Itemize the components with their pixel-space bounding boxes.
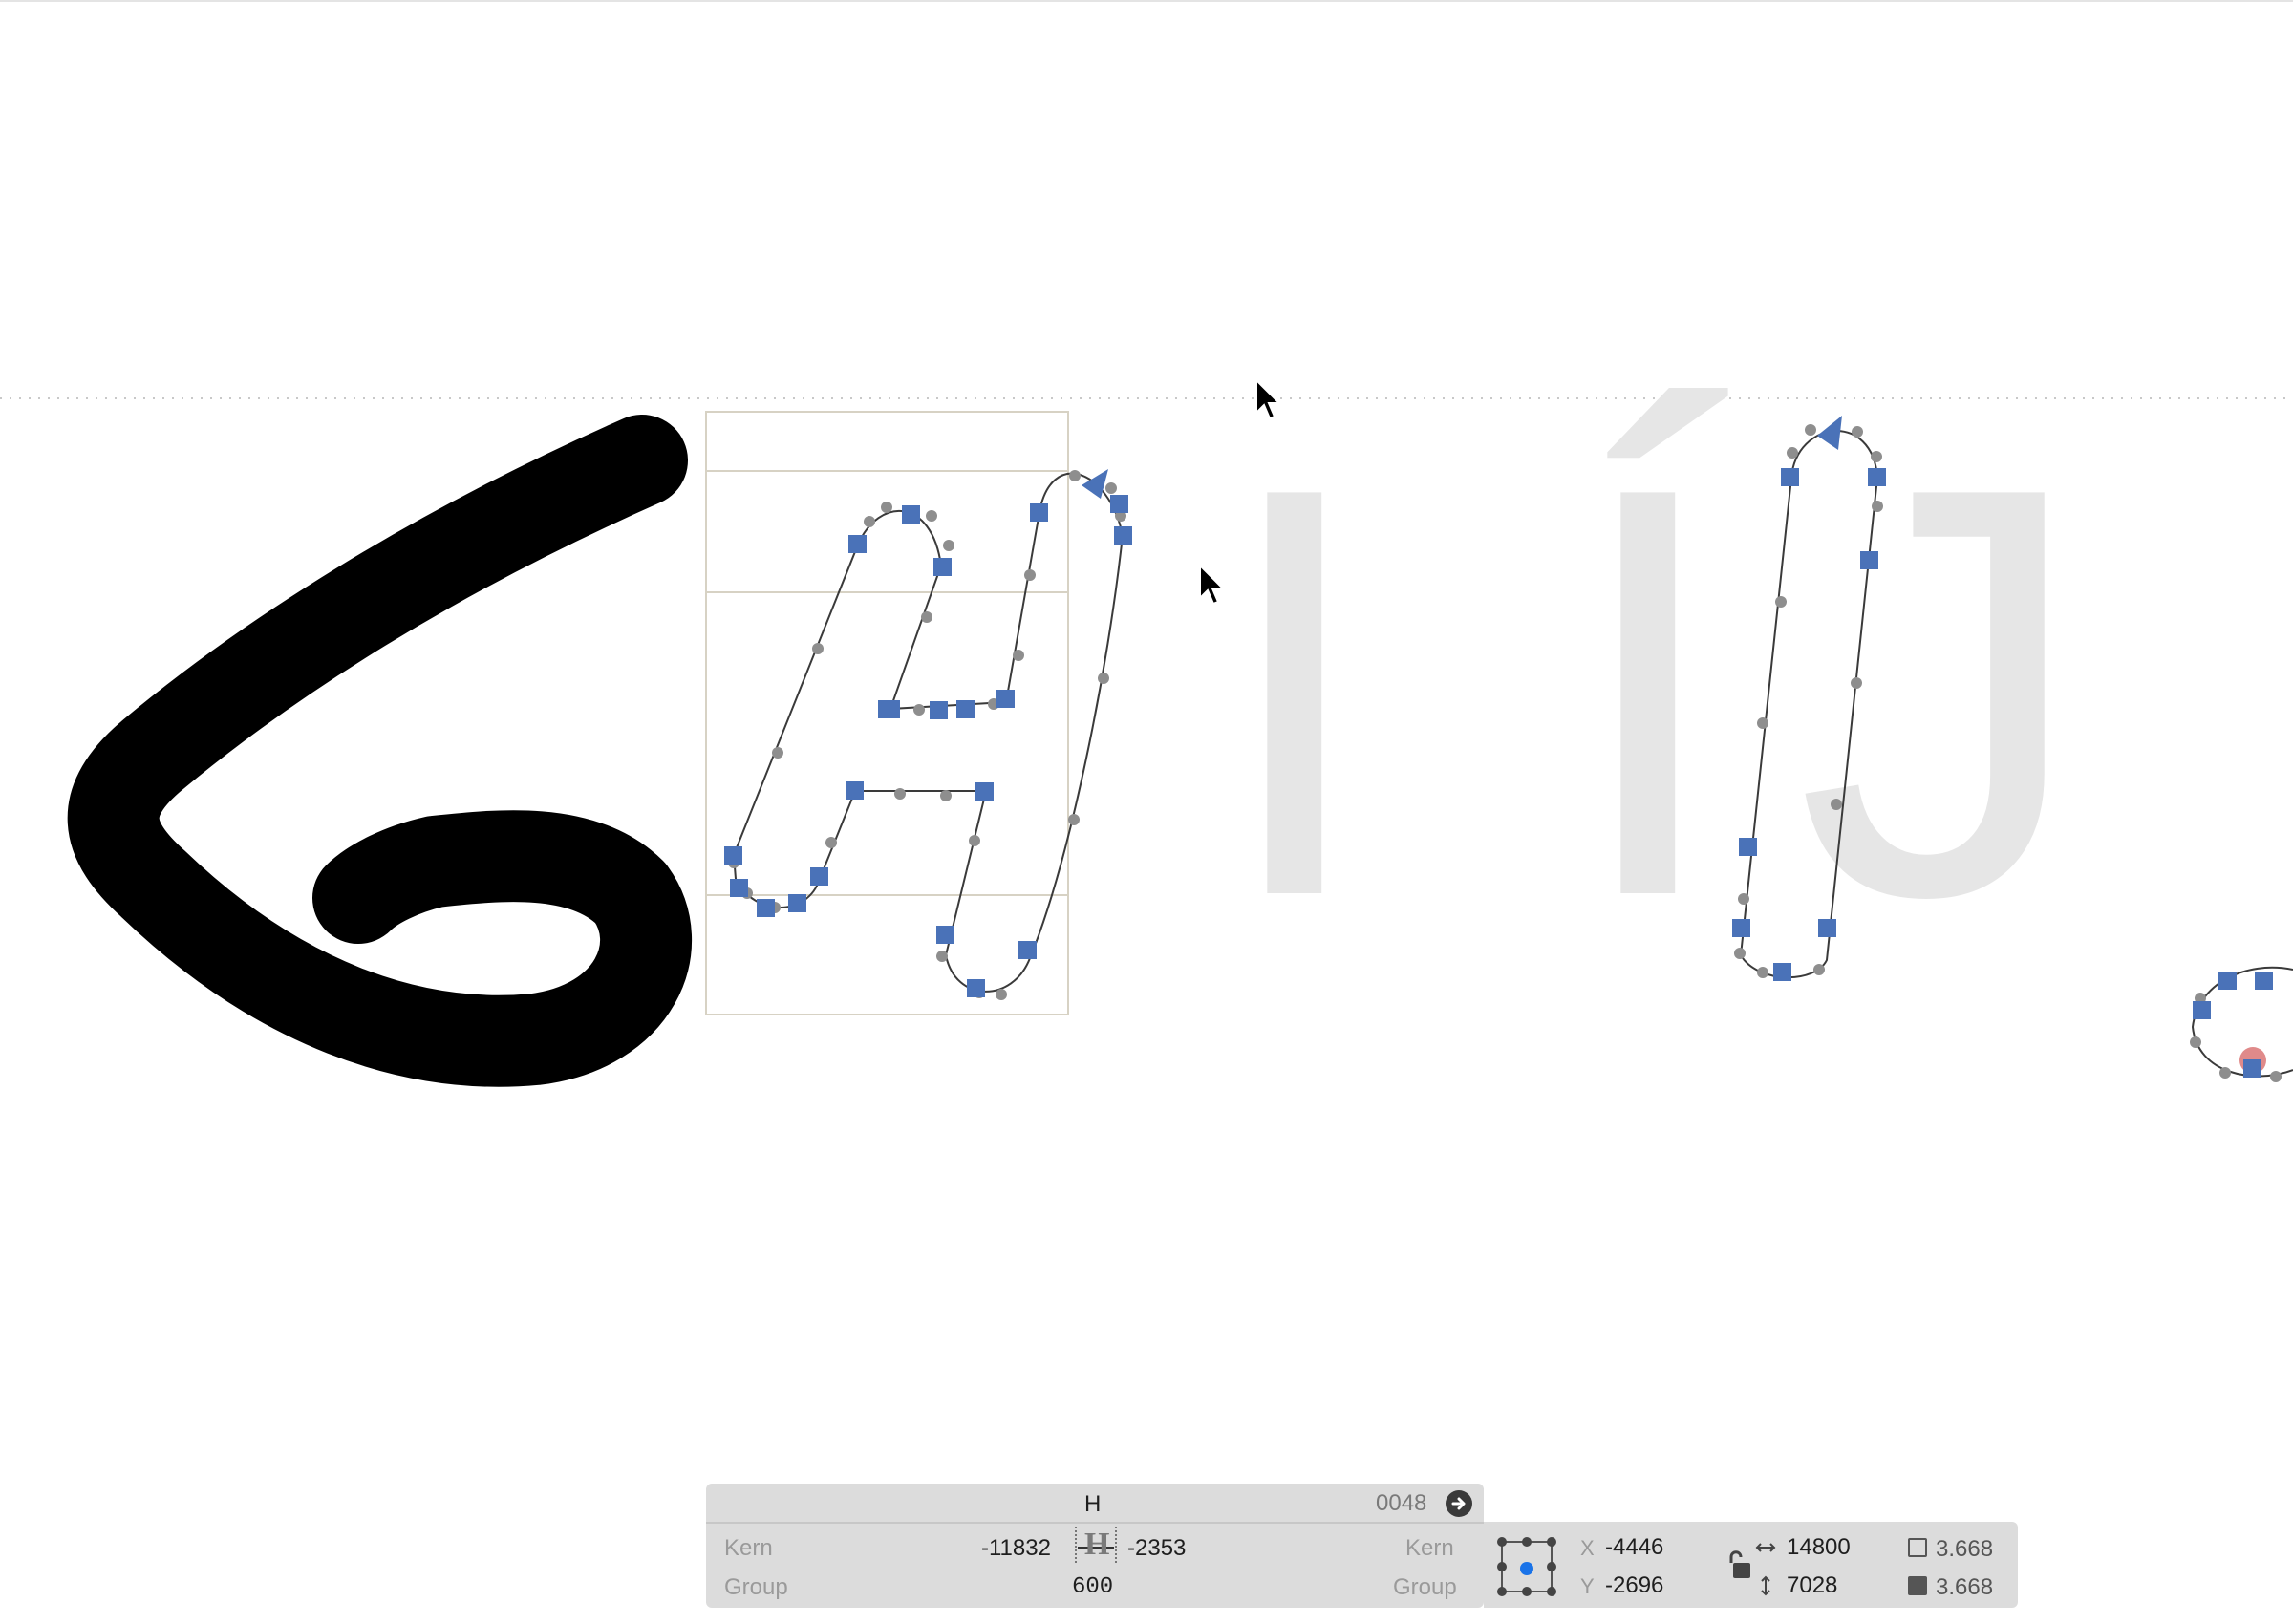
width-field[interactable]: 14800 xyxy=(1787,1534,1851,1561)
go-to-glyph-arrow-icon[interactable] xyxy=(1446,1490,1472,1517)
glyph-edit-canvas[interactable]: I Í J xyxy=(0,0,2293,1624)
width-arrow-icon xyxy=(1754,1538,1777,1557)
outline-square-icon xyxy=(1908,1538,1927,1557)
left-sidebearing-field[interactable]: -11832 xyxy=(981,1535,1051,1562)
left-kern-label: Kern xyxy=(724,1535,773,1561)
background-glyph-i-acute: Í xyxy=(1567,367,1731,1017)
height-field[interactable]: 7028 xyxy=(1787,1572,1837,1599)
partial-glyph-nodes[interactable] xyxy=(2193,972,2273,1078)
proportion-lock-icon[interactable] xyxy=(1725,1548,1752,1582)
glyph-h-handles[interactable] xyxy=(728,470,1126,1000)
right-kern-label: Kern xyxy=(1405,1535,1454,1561)
left-group-label: Group xyxy=(724,1574,788,1600)
background-glyph-j: J xyxy=(1796,367,2088,1017)
stroke-width-field-2[interactable]: 3.668 xyxy=(1936,1574,1993,1601)
x-label: X xyxy=(1580,1536,1595,1560)
brush-stroke-glyph-g[interactable] xyxy=(67,415,692,1087)
glyph-h-nodes[interactable] xyxy=(724,495,1132,997)
stroke-width-field-1[interactable]: 3.668 xyxy=(1936,1536,1993,1563)
x-position-field[interactable]: -4446 xyxy=(1605,1534,1663,1561)
right-group-label: Group xyxy=(1393,1574,1457,1600)
glyph-name[interactable]: H xyxy=(1084,1491,1101,1518)
height-arrow-icon xyxy=(1758,1574,1773,1597)
glyph-preview-letter: H xyxy=(1084,1527,1110,1562)
glyph-width-field[interactable]: 600 xyxy=(1072,1574,1113,1600)
y-label: Y xyxy=(1580,1574,1595,1598)
filled-square-icon xyxy=(1908,1576,1927,1595)
reference-point-selector-icon[interactable] xyxy=(1496,1536,1557,1597)
glyph-h-outline[interactable] xyxy=(732,472,1125,993)
right-sidebearing-field[interactable]: -2353 xyxy=(1127,1535,1186,1562)
glyph-info-divider xyxy=(706,1522,1484,1524)
glyph-unicode[interactable]: 0048 xyxy=(1376,1490,1426,1517)
background-glyph-i: I xyxy=(1213,367,1375,1017)
y-position-field[interactable]: -2696 xyxy=(1605,1572,1663,1599)
glyph-preview-icon: H xyxy=(1074,1527,1118,1565)
